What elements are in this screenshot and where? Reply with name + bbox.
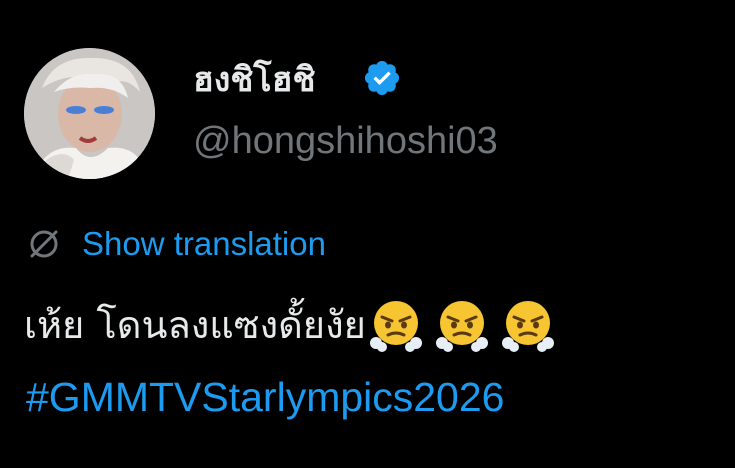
show-translation-label: Show translation: [82, 225, 326, 262]
translate-globe-icon: [30, 230, 58, 258]
display-name[interactable]: ฮงชิโฮชิ: [193, 58, 316, 102]
tweet-text-content: เห้ย โดนลงแซงดั้ยงัย: [24, 303, 366, 347]
avatar-photo: [24, 48, 155, 179]
emoji-row: [368, 297, 566, 353]
face-with-steam-from-nose-emoji: [369, 301, 422, 352]
face-with-steam-from-nose-emoji: [501, 301, 554, 352]
verified-badge-icon: [364, 60, 400, 96]
tweet-card: ฮงชิโฮชิ @hongshihoshi03 Show translatio…: [0, 0, 735, 468]
avatar[interactable]: [24, 48, 155, 179]
show-translation-button[interactable]: Show translation: [26, 222, 326, 266]
face-with-steam-from-nose-emoji: [435, 301, 488, 352]
tweet-text: เห้ย โดนลงแซงดั้ยงัย: [24, 290, 566, 360]
hashtag-link[interactable]: #GMMTVStarlympics2026: [26, 370, 504, 424]
user-handle[interactable]: @hongshihoshi03: [193, 118, 498, 164]
